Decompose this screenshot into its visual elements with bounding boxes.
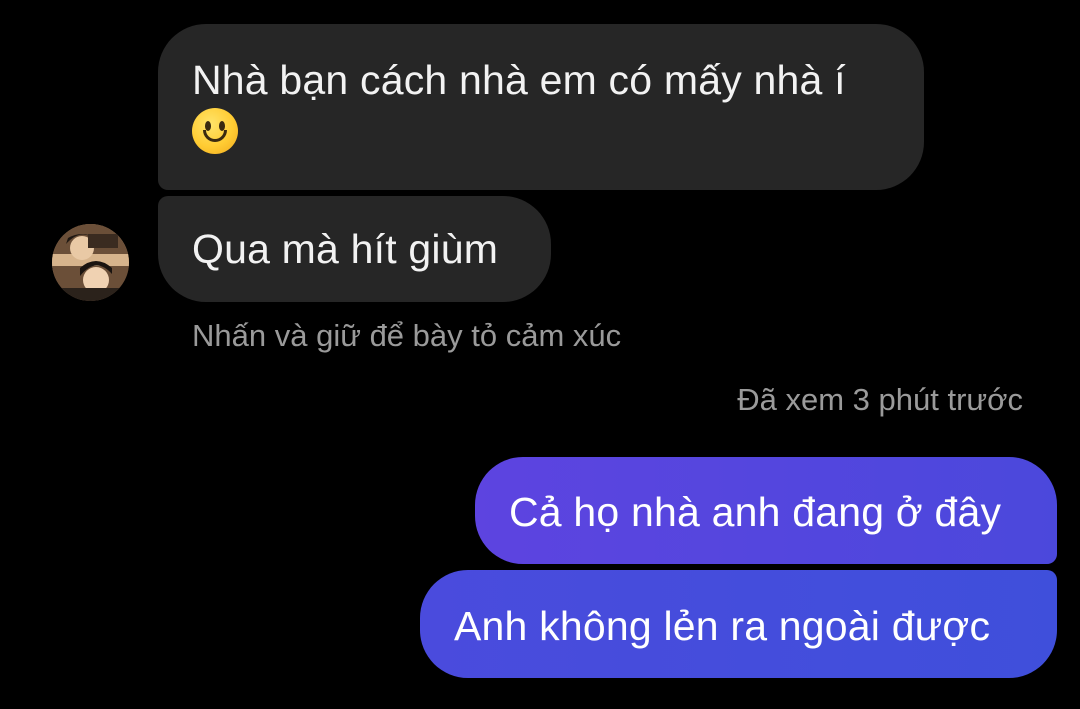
outgoing-message-bubble[interactable]: Anh không lẻn ra ngoài được xyxy=(420,570,1057,678)
avatar[interactable] xyxy=(52,224,129,301)
message-text: Anh không lẻn ra ngoài được xyxy=(454,603,991,649)
reaction-hint: Nhấn và giữ để bày tỏ cảm xúc xyxy=(192,318,622,353)
seen-status: Đã xem 3 phút trước xyxy=(737,382,1023,417)
message-text: Cả họ nhà anh đang ở đây xyxy=(509,489,1002,535)
message-text: Qua mà hít giùm xyxy=(192,226,499,272)
outgoing-message-bubble[interactable]: Cả họ nhà anh đang ở đây xyxy=(475,457,1057,564)
incoming-message-bubble[interactable]: Qua mà hít giùm xyxy=(158,196,551,302)
message-text: Nhà bạn cách nhà em có mấy nhà í xyxy=(192,57,846,103)
smiling-face-icon xyxy=(192,108,238,154)
chat-thread: Nhà bạn cách nhà em có mấy nhà í Qua mà … xyxy=(0,0,1080,709)
incoming-message-bubble[interactable]: Nhà bạn cách nhà em có mấy nhà í xyxy=(158,24,924,190)
